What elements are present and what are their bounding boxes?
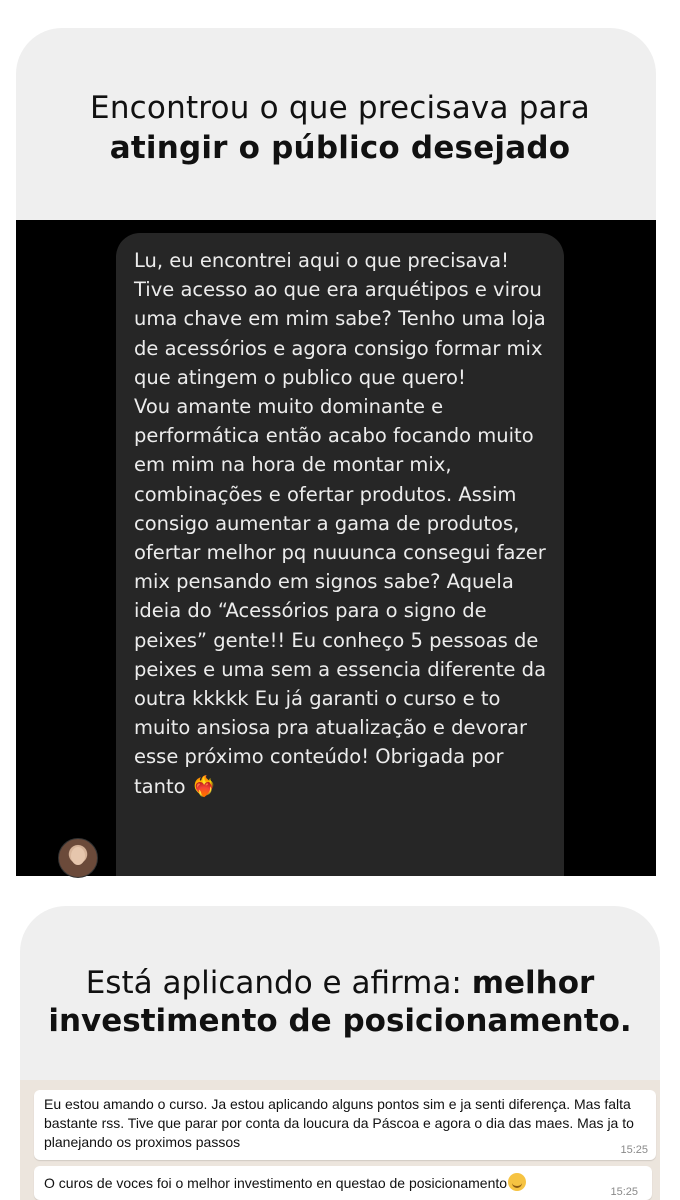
headline-2-bold-1: melhor xyxy=(471,965,595,1001)
headline-2-regular: Está aplicando e afirma: xyxy=(85,965,472,1001)
chat-message-time: 15:25 xyxy=(620,1144,648,1156)
smiling-hearts-emoji-icon xyxy=(508,1173,527,1191)
message-paragraph-1: Lu, eu encontrei aqui o que precisava! T… xyxy=(134,249,546,389)
section-2-headline: Está aplicando e afirma: melhor investim… xyxy=(0,964,680,1040)
chat-message: O curos de voces foi o melhor investimen… xyxy=(34,1166,652,1200)
section-1-headline: Encontrou o que precisava para atingir o… xyxy=(0,88,680,168)
chat-message-text: O curos de voces foi o melhor investimen… xyxy=(44,1175,508,1191)
message-text: Lu, eu encontrei aqui o que precisava! T… xyxy=(134,246,554,801)
sender-avatar[interactable] xyxy=(58,838,98,878)
message-paragraph-2: Vou amante muito dominante e performátic… xyxy=(134,392,554,801)
chat-message: Eu estou amando o curso. Ja estou aplica… xyxy=(34,1090,656,1160)
headline-1-bold: atingir o público desejado xyxy=(109,130,571,166)
message-paragraph-2-text: Vou amante muito dominante e performátic… xyxy=(134,395,547,798)
headline-1-regular: Encontrou o que precisava para xyxy=(90,90,590,126)
heart-on-fire-icon: ❤️‍🔥 xyxy=(191,773,217,798)
headline-2-bold-2: investimento de posicionamento. xyxy=(48,1003,632,1039)
chat-message-time: 15:25 xyxy=(610,1186,638,1198)
chat-message-text-wrap: O curos de voces foi o melhor investimen… xyxy=(44,1173,527,1193)
chat-message-text: Eu estou amando o curso. Ja estou aplica… xyxy=(44,1096,634,1150)
